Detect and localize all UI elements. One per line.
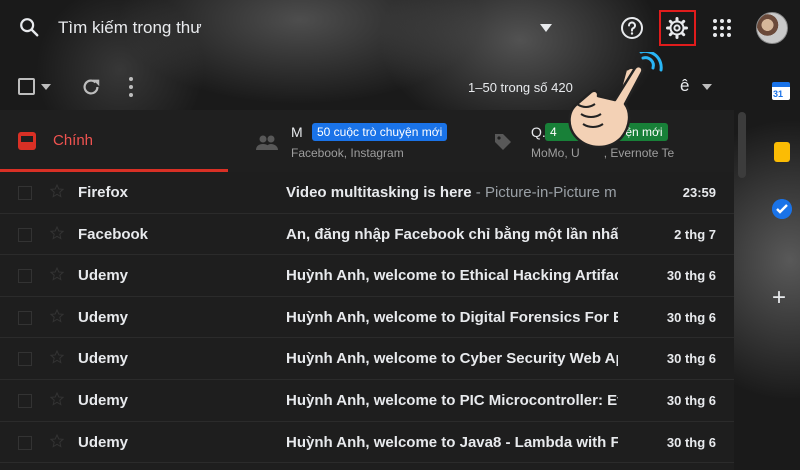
row-checkbox[interactable]: [18, 186, 32, 200]
select-all-checkbox[interactable]: [18, 78, 35, 95]
email-row[interactable]: Udemy Huỳnh Anh, welcome to PIC Microcon…: [0, 380, 734, 422]
email-subject: An, đăng nhập Facebook chỉ bằng một lần …: [286, 226, 618, 243]
email-date: 30 thg 6: [666, 434, 716, 450]
inbox-icon: [18, 132, 36, 150]
email-date: 23:59: [682, 185, 716, 200]
email-subject: Video multitasking is here - Picture-in-…: [286, 184, 618, 201]
help-icon[interactable]: [620, 16, 644, 40]
email-date: 30 thg 6: [666, 268, 716, 284]
email-subject: Huỳnh Anh, welcome to Java8 - Lambda wit…: [286, 434, 618, 451]
email-date: 30 thg 6: [666, 393, 716, 408]
tab-primary-label: Chính: [53, 132, 94, 149]
email-date: 2 thg 7: [674, 226, 716, 242]
search-input[interactable]: Tìm kiếm trong thư: [58, 18, 202, 38]
gear-icon[interactable]: [665, 16, 689, 40]
email-sender: Firefox: [78, 184, 129, 201]
email-row[interactable]: Udemy Huỳnh Anh, welcome to Java8 - Lamb…: [0, 422, 734, 464]
top-bar: Tìm kiếm trong thư: [0, 0, 800, 58]
pointing-hand-icon: [568, 52, 663, 149]
row-checkbox[interactable]: [18, 227, 32, 242]
more-vert-icon[interactable]: [127, 76, 135, 98]
row-checkbox[interactable]: [18, 310, 32, 325]
input-tools-button[interactable]: ê: [680, 76, 689, 96]
apps-grid-icon[interactable]: [712, 18, 732, 38]
input-tools-caret-icon[interactable]: [702, 84, 712, 91]
email-sender: Facebook: [78, 225, 149, 243]
email-row[interactable]: Udemy Huỳnh Anh, welcome to Cyber Securi…: [0, 338, 734, 380]
calendar-icon[interactable]: 31: [772, 82, 790, 100]
star-icon[interactable]: [50, 184, 64, 198]
email-row[interactable]: Facebook An, đăng nhập Facebook chỉ bằng…: [0, 214, 734, 256]
star-icon[interactable]: [50, 225, 64, 240]
tab-primary[interactable]: Chính: [0, 110, 228, 172]
add-addon-icon[interactable]: +: [772, 286, 786, 310]
email-sender: Udemy: [78, 350, 129, 368]
select-caret-icon[interactable]: [41, 84, 51, 91]
calendar-day: 31: [773, 89, 784, 99]
star-icon[interactable]: [50, 308, 64, 323]
people-icon: [256, 135, 278, 150]
email-sender: Udemy: [78, 392, 129, 409]
email-subject: Huỳnh Anh, welcome to Digital Forensics …: [286, 309, 618, 326]
tab-social[interactable]: M 50 cuộc trò chuyện mới Facebook, Insta…: [240, 110, 505, 172]
email-sender: Udemy: [78, 433, 129, 451]
row-checkbox[interactable]: [18, 269, 32, 284]
email-sender: Udemy: [78, 267, 129, 285]
email-subject: Huỳnh Anh, welcome to Cyber Security Web…: [286, 350, 618, 367]
email-subject-text: Huỳnh Anh, welcome to Digital Forensics …: [286, 308, 618, 326]
star-icon[interactable]: [50, 267, 64, 281]
tab-promotions-title: Q.: [531, 124, 546, 140]
row-checkbox[interactable]: [18, 435, 32, 450]
email-subject: Huỳnh Anh, welcome to PIC Microcontrolle…: [286, 392, 618, 409]
refresh-icon[interactable]: [80, 76, 102, 98]
tab-social-title: M: [291, 124, 303, 140]
email-sender: Udemy: [78, 308, 129, 326]
row-checkbox[interactable]: [18, 394, 32, 408]
email-row[interactable]: Firefox Video multitasking is here - Pic…: [0, 172, 734, 214]
keep-icon[interactable]: [774, 142, 790, 162]
star-icon[interactable]: [50, 433, 64, 448]
email-date: 30 thg 6: [666, 351, 716, 367]
tab-social-subtitle: Facebook, Instagram: [291, 146, 404, 160]
row-checkbox[interactable]: [18, 352, 32, 367]
side-panel: 31 +: [752, 72, 800, 470]
email-date: 30 thg 6: [666, 309, 716, 325]
star-icon[interactable]: [50, 350, 64, 365]
email-subject: Huỳnh Anh, welcome to Ethical Hacking Ar…: [286, 267, 618, 284]
mail-list-panel: Chính M 50 cuộc trò chuyện mới Facebook,…: [0, 110, 734, 470]
scrollbar[interactable]: [738, 112, 746, 178]
email-subject-text: Huỳnh Anh, welcome to Java8 - Lambda wit…: [286, 433, 618, 451]
tasks-icon[interactable]: [772, 199, 792, 219]
email-subject-text: Huỳnh Anh, welcome to Cyber Security Web…: [286, 350, 618, 368]
tag-icon: [495, 134, 511, 150]
email-subject-text: An, đăng nhập Facebook chỉ bằng một lần …: [286, 225, 618, 243]
search-icon[interactable]: [18, 16, 40, 38]
avatar[interactable]: [756, 12, 788, 44]
search-options-caret-icon[interactable]: [538, 22, 554, 34]
star-icon[interactable]: [50, 392, 64, 406]
tab-social-badge: 50 cuộc trò chuyện mới: [312, 123, 448, 141]
email-snippet: - Picture-in-Picture m: [471, 184, 617, 201]
email-subject-text: Huỳnh Anh, welcome to PIC Microcontrolle…: [286, 392, 618, 409]
email-subject-text: Huỳnh Anh, welcome to Ethical Hacking Ar…: [286, 267, 618, 285]
email-subject-text: Video multitasking is here: [286, 184, 472, 201]
email-row[interactable]: Udemy Huỳnh Anh, welcome to Digital Fore…: [0, 297, 734, 339]
email-row[interactable]: Udemy Huỳnh Anh, welcome to Ethical Hack…: [0, 255, 734, 297]
